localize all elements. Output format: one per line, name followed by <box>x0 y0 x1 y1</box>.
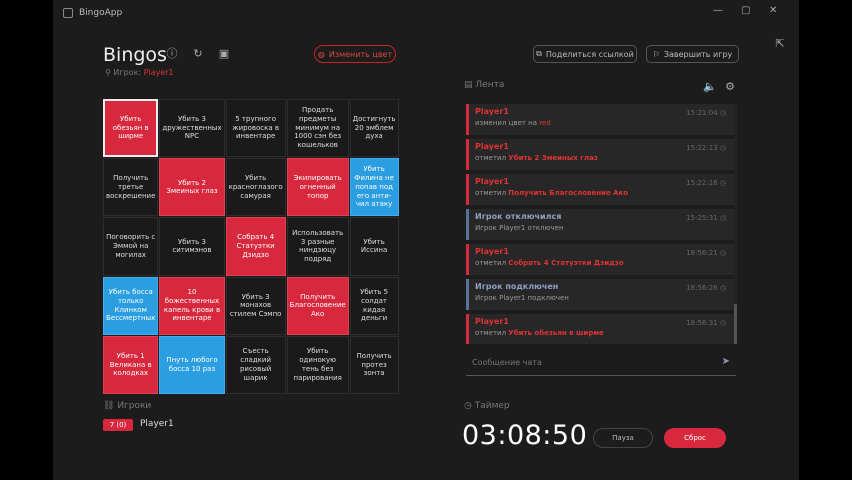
feed-event-desc: отметил Убить 2 Змеиных глаз <box>475 154 598 162</box>
feed-event-highlight: Убить 2 Змеиных глаз <box>508 154 598 162</box>
bingo-cell[interactable]: Убить 1 Великана в колодках <box>103 335 159 394</box>
feed-event-time: 15:22:16 ◷ <box>686 179 726 187</box>
info-icon[interactable]: ⓘ <box>166 48 178 60</box>
save-icon[interactable]: ▣ <box>218 48 230 60</box>
feed-event-time: 18:56:31 ◷ <box>686 319 726 327</box>
app-window: BingoApp — ▢ ✕ Bingos ⓘ ↻ ▣ ⚲ Игрок: Pla… <box>53 0 799 480</box>
app-icon <box>63 8 73 18</box>
feed-event-time: 18:56:21 ◷ <box>686 249 726 257</box>
bingo-cell[interactable]: Получить Благословение Ако <box>286 276 349 335</box>
bingo-cell[interactable]: Съесть сладкий рисовый шарик <box>225 335 286 394</box>
feed-event: Player1 15:22:16 ◷ отметил Получить Благос… <box>466 174 734 205</box>
bingo-cell[interactable]: Собрать 4 Статуэтки Дзидзо <box>225 217 286 276</box>
title-bar: BingoApp <box>53 0 799 26</box>
bingo-cell[interactable]: Убить 2 Змеиных глаз <box>159 158 225 217</box>
clock-icon: ◷ <box>719 284 726 292</box>
chat-box: ➤ <box>466 350 736 376</box>
close-icon[interactable]: ✕ <box>769 5 777 16</box>
bingo-cell[interactable]: Убить одинокую тень без парирования <box>286 335 349 394</box>
feed-title: ▤ Лента <box>464 80 505 90</box>
feed-event: Player1 15:22:13 ◷ отметил Убить 2 Змеиных… <box>466 139 734 170</box>
owner-label: ⚲ Игрок: Player1 <box>105 68 174 77</box>
maximize-icon[interactable]: ▢ <box>741 5 750 16</box>
share-icon: ⧉ <box>536 49 542 58</box>
user-icon: ⚲ <box>105 68 111 77</box>
player-name: Player1 <box>140 419 174 429</box>
bingo-cell[interactable]: Получить третье воскрешение <box>103 158 159 217</box>
pause-button[interactable]: Пауза <box>593 428 653 448</box>
feed-event-highlight: Получить Благословение Ако <box>508 189 629 197</box>
bingo-cell[interactable]: Убить 3 монахов стилем Сэмпо <box>225 276 286 335</box>
bingo-cell[interactable]: Убить босса только Клинком Бессмертных <box>103 276 159 335</box>
feed-list: Player1 15:21:04 ◷ изменил цвет на red Play… <box>466 104 734 344</box>
bingo-cell[interactable]: Поговорить с Эммой на могилах <box>103 217 159 276</box>
players-section-title: ⛓ Игроки <box>103 401 152 411</box>
bingo-cell[interactable]: Убить Иссина <box>349 217 399 276</box>
palette-icon: ◍ <box>317 49 325 59</box>
feed-event-desc: изменил цвет на red <box>475 119 551 127</box>
clock-icon: ◷ <box>719 144 726 152</box>
feed-event: Player1 15:21:04 ◷ изменил цвет на red <box>466 104 734 135</box>
bingo-cell[interactable]: Убить 3 дружественных NPC <box>159 99 225 158</box>
clock-icon: ◷ <box>719 319 726 327</box>
feed-icon: ▤ <box>464 80 473 90</box>
change-color-button[interactable]: ◍ Изменить цвет <box>314 45 396 63</box>
popout-icon[interactable]: ⇱ <box>774 38 786 50</box>
bingo-cell[interactable]: Продать предметы минимум на 1000 сэн без… <box>286 99 349 158</box>
feed-event-highlight: Убить обезьян в ширме <box>508 329 604 337</box>
bingo-cell[interactable]: Убить Филина не попав под его анти-чил а… <box>349 158 399 217</box>
bingo-cell[interactable]: Убить 3 ситимэнов <box>159 217 225 276</box>
bingo-cell[interactable]: Получить протез зонта <box>349 335 399 394</box>
feed-event: Player1 18:56:31 ◷ отметил Убить обезьян в… <box>466 314 734 344</box>
feed-scroll-thumb[interactable] <box>734 304 737 344</box>
sound-icon[interactable]: 🔈 <box>703 81 717 93</box>
clock-icon: ◷ <box>719 179 726 187</box>
feed-event-highlight: red <box>539 119 551 127</box>
flag-icon: ⚐ <box>652 49 660 59</box>
finish-game-button[interactable]: ⚐ Завершить игру <box>646 45 739 63</box>
bingo-cell[interactable]: Использовать 3 разные ниндзюцу подряд <box>286 217 349 276</box>
bingo-cell[interactable]: Убить красноглазого самурая <box>225 158 286 217</box>
feed-event-desc: Игрок Player1 подключен <box>475 294 569 302</box>
clock-icon: ◷ <box>719 214 726 222</box>
player-score-badge: 7 (0) <box>103 419 133 431</box>
feed-event-desc: отметил Убить обезьян в ширме <box>475 329 604 337</box>
clock-icon: ◷ <box>719 109 726 117</box>
share-link-button[interactable]: ⧉ Поделиться ссылкой <box>533 45 637 63</box>
feed-event-desc: отметил Получить Благословение Ако <box>475 189 629 197</box>
owner-name: Player1 <box>143 68 174 77</box>
bingo-cell[interactable]: 5 трупного жировоска в инвентаре <box>225 99 286 158</box>
feed-event-time: 15:25:31 ◷ <box>686 214 726 222</box>
clock-icon: ◷ <box>719 249 726 257</box>
bingo-cell[interactable]: Пнуть любого босса 10 раз <box>159 335 225 394</box>
feed-event-time: 18:56:26 ◷ <box>686 284 726 292</box>
feed-event-time: 15:21:04 ◷ <box>686 109 726 117</box>
timer-title: ◷ Таймер <box>464 401 510 411</box>
feed-event: Игрок отключился 15:25:31 ◷ Игрок Player1 … <box>466 209 734 240</box>
window-title: BingoApp <box>79 8 123 18</box>
bingo-board: Убить обезьян в ширме Убить 3 дружественн… <box>103 99 399 394</box>
link-icon: ⛓ <box>103 401 115 411</box>
refresh-icon[interactable]: ↻ <box>192 48 204 60</box>
clock-icon: ◷ <box>464 401 472 411</box>
feed-event-time: 15:22:13 ◷ <box>686 144 726 152</box>
feed-event: Игрок подключен 18:56:26 ◷ Игрок Player1 п… <box>466 279 734 310</box>
page-title: Bingos <box>103 44 167 66</box>
feed-event: Player1 18:56:21 ◷ отметил Собрать 4 Стату… <box>466 244 734 275</box>
feed-event-desc: Игрок Player1 отключен <box>475 224 564 232</box>
minimize-icon[interactable]: — <box>713 5 723 16</box>
feed-event-highlight: Собрать 4 Статуэтки Дзидзо <box>508 259 624 267</box>
timer-display: 03:08:50 <box>462 420 588 451</box>
reset-button[interactable]: Сброс <box>664 428 726 448</box>
bingo-cell[interactable]: Достигнуть 20 эмблем духа <box>349 99 399 158</box>
bingo-cell[interactable]: Экипировать огненный топор <box>286 158 349 217</box>
bingo-cell[interactable]: Убить 5 солдат кидая деньги <box>349 276 399 335</box>
chat-input[interactable] <box>466 350 708 375</box>
bingo-cell[interactable]: Убить обезьян в ширме <box>103 99 159 158</box>
feed-scrollbar[interactable] <box>734 104 737 344</box>
bingo-cell[interactable]: 10 божественных капель крови в инвентаре <box>159 276 225 335</box>
feed-event-desc: отметил Собрать 4 Статуэтки Дзидзо <box>475 259 624 267</box>
settings-gear-icon[interactable]: ⚙ <box>724 81 736 93</box>
send-icon[interactable]: ➤ <box>722 356 730 367</box>
